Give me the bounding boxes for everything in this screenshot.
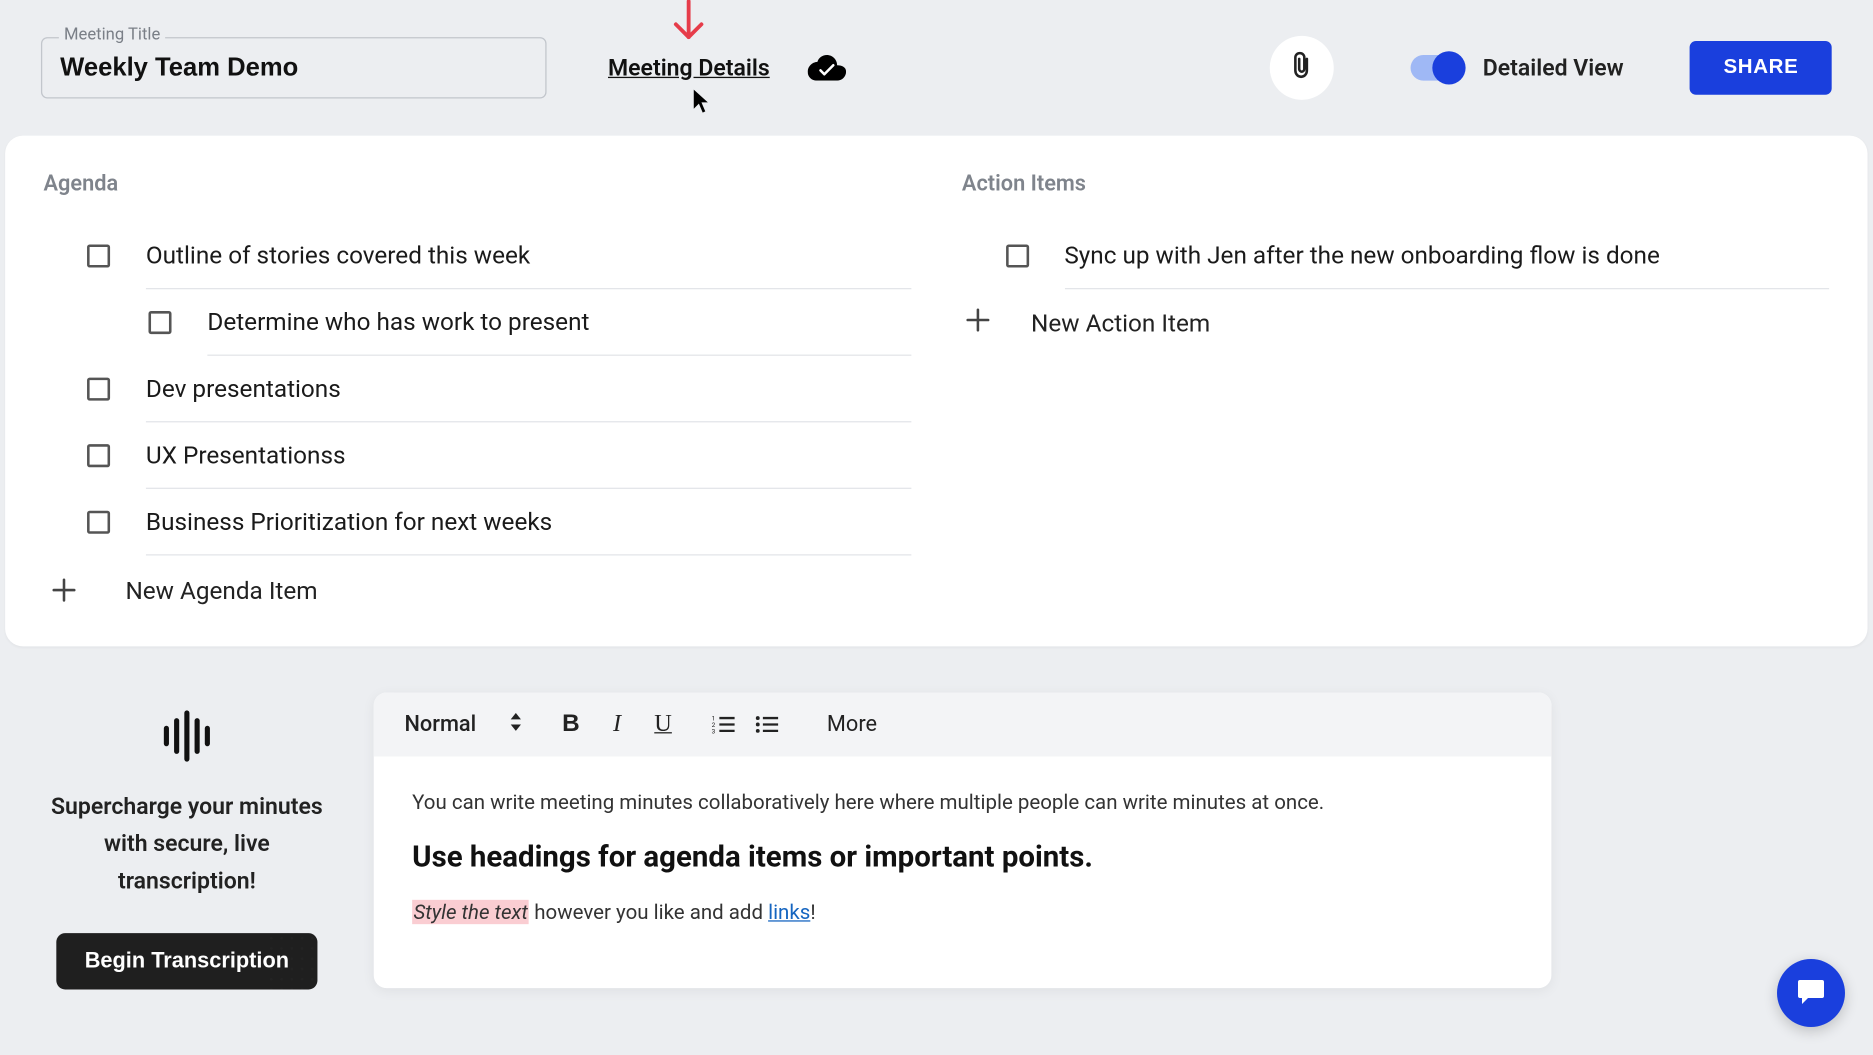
editor-paragraph: You can write meeting minutes collaborat… [412,790,1513,814]
agenda-item-text[interactable]: Dev presentations [146,374,911,423]
begin-transcription-button[interactable]: Begin Transcription [57,934,318,990]
agenda-heading: Agenda [44,172,911,198]
action-items-heading: Action Items [962,172,1829,198]
action-items-column: Action Items Sync up with Jen after the … [962,172,1829,606]
svg-text:3: 3 [712,727,716,734]
share-button[interactable]: SHARE [1690,41,1831,95]
agenda-item-text[interactable]: Determine who has work to present [207,307,910,356]
styled-text: Style the text [412,900,529,924]
chat-button[interactable] [1777,959,1845,1027]
arrow-down-icon [671,0,707,48]
detailed-view-toggle[interactable] [1411,55,1465,81]
meeting-details-link[interactable]: Meeting Details [608,54,770,81]
editor-toolbar: Normal B I U 123 More [374,692,1552,756]
detailed-view-label: Detailed View [1483,54,1624,81]
plus-icon [964,307,990,339]
action-checkbox[interactable] [1005,244,1028,267]
agenda-checkbox[interactable] [148,311,171,334]
bullet-list-button[interactable] [755,714,778,734]
cloud-saved-icon [808,55,846,81]
select-caret-icon [509,712,522,738]
cursor-icon [693,88,711,120]
agenda-item: Outline of stories covered this week [44,223,911,290]
bottom-section: Supercharge your minutes with secure, li… [0,646,1873,990]
paperclip-icon [1291,51,1314,84]
transcription-promo-text: Supercharge your minutes with secure, li… [46,790,328,901]
agenda-item: UX Presentationss [44,422,911,489]
add-action-item[interactable]: New Action Item [962,289,1829,339]
add-agenda-label: New Agenda Item [125,576,317,605]
action-item-text[interactable]: Sync up with Jen after the new onboardin… [1064,241,1829,290]
plus-icon [51,577,79,605]
more-button[interactable]: More [827,712,877,738]
meeting-title-label: Meeting Title [59,26,166,45]
italic-button[interactable]: I [604,710,630,738]
ordered-list-button[interactable]: 123 [712,714,735,734]
agenda-item: Business Prioritization for next weeks [44,489,911,556]
transcription-promo: Supercharge your minutes with secure, li… [46,692,328,989]
header-bar: Meeting Title Meeting Details [0,0,1873,136]
agenda-checkbox[interactable] [87,244,110,267]
agenda-checkbox[interactable] [87,444,110,467]
audio-wave-icon [156,705,217,772]
agenda-item: Dev presentations [44,356,911,423]
editor-link[interactable]: links [768,900,810,924]
editor-heading: Use headings for agenda items or importa… [412,840,1513,875]
main-panel: Agenda Outline of stories covered this w… [5,136,1867,647]
meeting-title-input[interactable] [41,37,547,98]
agenda-item: Determine who has work to present [44,289,911,356]
bold-button[interactable]: B [558,710,584,738]
format-select[interactable]: Normal [404,712,522,738]
agenda-item-text[interactable]: Outline of stories covered this week [146,241,911,290]
editor-card: Normal B I U 123 More You can wri [374,692,1552,988]
agenda-checkbox[interactable] [87,511,110,534]
chat-icon [1795,975,1827,1011]
meeting-title-field: Meeting Title [41,37,547,98]
agenda-item-text[interactable]: Business Prioritization for next weeks [146,507,911,556]
agenda-checkbox[interactable] [87,378,110,401]
action-item: Sync up with Jen after the new onboardin… [962,223,1829,290]
agenda-column: Agenda Outline of stories covered this w… [44,172,911,606]
add-agenda-item[interactable]: New Agenda Item [44,556,911,606]
add-action-label: New Action Item [1031,308,1210,337]
underline-button[interactable]: U [650,710,676,738]
editor-paragraph: Style the text however you like and add … [412,900,1513,924]
attachment-button[interactable] [1270,36,1334,100]
editor-body[interactable]: You can write meeting minutes collaborat… [374,756,1552,988]
agenda-item-text[interactable]: UX Presentationss [146,440,911,489]
